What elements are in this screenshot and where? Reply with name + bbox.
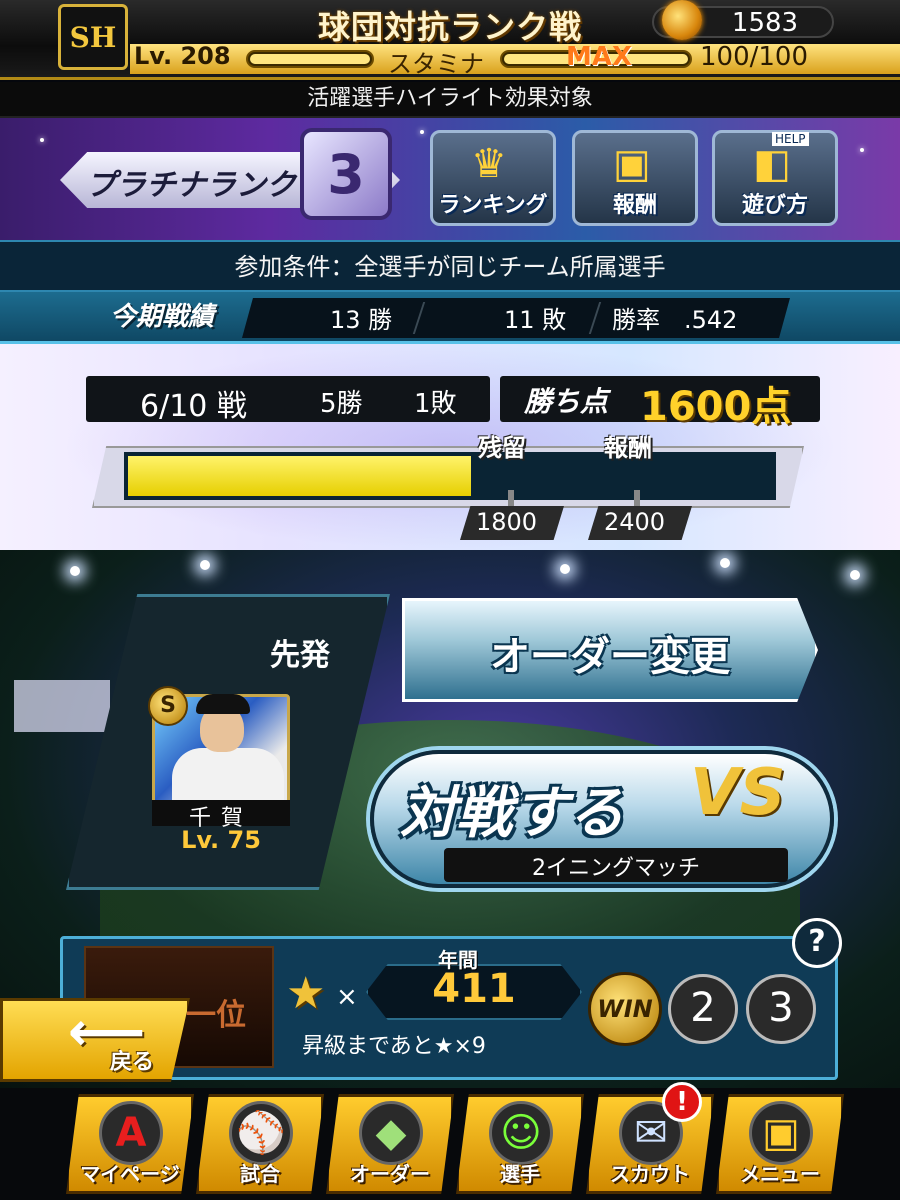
nav-mypage[interactable]: A マイページ xyxy=(66,1094,194,1194)
current-losses: 1敗 xyxy=(414,389,457,419)
treasure-chest-icon: ▣ xyxy=(613,141,651,187)
star-icon: ★ xyxy=(286,968,326,1019)
match-type-label: 2イニングマッチ xyxy=(532,856,700,881)
nav-label: 選手 xyxy=(500,1162,540,1186)
stamina-fill-left xyxy=(250,54,370,64)
battle-count: 6/10 戦 xyxy=(140,389,247,424)
promotion-remaining: 昇級まであと★×9 xyxy=(302,1034,486,1059)
nav-players[interactable]: ☺ 選手 xyxy=(456,1094,584,1194)
nav-label: マイページ xyxy=(80,1162,180,1186)
crown-icon: ♛ xyxy=(471,141,507,187)
star-times: × xyxy=(336,982,358,1012)
stay-marker-label: 残留 xyxy=(478,434,526,462)
highlight-banner: 活躍選手ハイライト効果対象 xyxy=(0,82,900,118)
fire-coin-icon xyxy=(662,0,702,40)
reward-label: 報酬 xyxy=(612,193,657,218)
player-uniform xyxy=(172,748,284,806)
nav-label: メニュー xyxy=(740,1162,820,1186)
stadium-icon: ⚾ xyxy=(229,1101,293,1165)
help-button[interactable]: ? xyxy=(792,918,842,968)
stadium-light xyxy=(850,570,860,580)
stadium-light xyxy=(720,558,730,568)
order-change-label: オーダー変更 xyxy=(490,634,730,680)
back-label: 戻る xyxy=(110,1050,155,1075)
title-plate-text: 一位 xyxy=(186,998,246,1033)
rank-s-icon: S xyxy=(148,686,188,726)
reward-marker-value: 2400 xyxy=(604,508,666,536)
battle-label: 対戦する xyxy=(400,781,624,846)
points-value: 1600点 xyxy=(640,384,792,430)
star-count: 411 xyxy=(432,966,516,1012)
sparkle xyxy=(860,148,864,152)
stay-marker-value: 1800 xyxy=(476,508,538,536)
points-label: 勝ち点 xyxy=(524,385,609,418)
stamina-label: スタミナ xyxy=(388,50,484,78)
season-winrate: 勝率 .542 xyxy=(612,306,738,334)
nav-label: オーダー xyxy=(350,1162,430,1186)
nav-menu[interactable]: ▣ メニュー xyxy=(716,1094,844,1194)
current-wins: 5勝 xyxy=(320,389,363,419)
starter-label: 先発 xyxy=(270,638,330,673)
notification-badge: ! xyxy=(662,1082,702,1122)
points-gauge-fill xyxy=(128,456,471,496)
rank-number-emblem: 3 xyxy=(300,128,392,220)
player-level: Lv. 208 xyxy=(134,42,231,70)
nav-label: スカウト xyxy=(610,1162,690,1186)
reward-marker-label: 報酬 xyxy=(604,434,652,462)
vs-mark: VS xyxy=(690,756,786,830)
stay-marker xyxy=(508,490,514,508)
stamina-value: 100/100 xyxy=(700,42,809,72)
stamina-max-label: MAX xyxy=(566,42,633,72)
stadium-light xyxy=(200,560,210,570)
mypage-icon: A xyxy=(99,1101,163,1165)
ranking-label: ランキング xyxy=(438,193,548,218)
season-wins: 13 勝 xyxy=(330,306,393,334)
player-icon: ☺ xyxy=(489,1101,553,1165)
reward-button[interactable]: ▣ 報酬 xyxy=(572,130,698,226)
streak-count: 2 xyxy=(668,974,738,1044)
participation-condition: 参加条件：全選手が同じチーム所属選手 xyxy=(0,240,900,292)
stadium-light xyxy=(560,564,570,574)
coin-count: 1583 xyxy=(731,8,799,38)
how-to-play-label: 遊び方 xyxy=(741,193,808,218)
win-badge-icon: WIN xyxy=(588,972,662,1046)
menu-mascot-icon: ▣ xyxy=(749,1101,813,1165)
screen-title: 球団対抗ランク戦 xyxy=(317,8,582,46)
help-mascot-icon: ◧ xyxy=(753,141,791,187)
nav-match[interactable]: ⚾ 試合 xyxy=(196,1094,324,1194)
rank-label: プラチナランク xyxy=(86,168,296,203)
field-formation-icon: ◆ xyxy=(359,1101,423,1165)
ranking-button[interactable]: ♛ ランキング xyxy=(430,130,556,226)
help-tag: HELP xyxy=(772,132,809,146)
sparkle xyxy=(40,138,44,142)
season-record-title: 今期戦績 xyxy=(110,302,215,332)
reward-marker xyxy=(634,490,640,508)
starter-player-level: Lv. 75 xyxy=(181,826,261,854)
nav-order[interactable]: ◆ オーダー xyxy=(326,1094,454,1194)
season-losses: 11 敗 xyxy=(504,306,567,334)
sparkle xyxy=(420,130,424,134)
nav-label: 試合 xyxy=(240,1162,280,1186)
team-logo[interactable]: SH xyxy=(58,4,128,70)
player-cap xyxy=(196,694,250,714)
streak-count: 3 xyxy=(746,974,816,1044)
qr-code-image xyxy=(14,680,110,732)
stadium-light xyxy=(70,566,80,576)
